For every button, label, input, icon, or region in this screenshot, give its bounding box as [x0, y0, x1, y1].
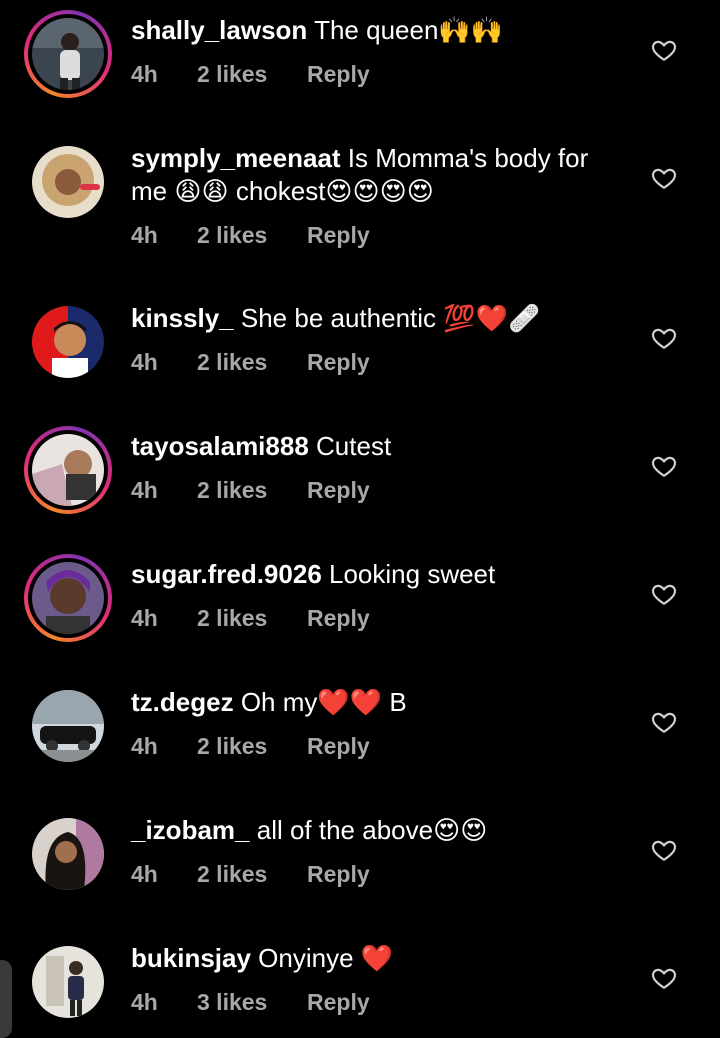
reply-button[interactable]: Reply [307, 349, 370, 376]
reply-button[interactable]: Reply [307, 222, 370, 249]
comment-body: Onyinye [258, 943, 354, 973]
comment-emoji: 🙌🙌 [438, 16, 504, 46]
comment-username[interactable]: bukinsjay [131, 943, 251, 973]
comment-meta: 4h 2 likes Reply [131, 477, 370, 504]
comment-time: 4h [131, 222, 158, 248]
avatar-photo-car-icon [32, 690, 104, 762]
comment-likes[interactable]: 2 likes [197, 605, 307, 632]
reply-button[interactable]: Reply [307, 605, 370, 632]
reply-button[interactable]: Reply [307, 61, 370, 88]
comment-time: 4h [131, 861, 158, 887]
reply-button[interactable]: Reply [307, 861, 370, 888]
comment-body-2: B [389, 687, 407, 717]
avatar-photo-woman-hair-icon [32, 818, 104, 890]
comment-body: all of the above [256, 815, 434, 845]
avatar-photo-hand-icon [32, 434, 104, 506]
comment-username[interactable]: shally_lawson [131, 15, 307, 45]
avatar[interactable] [24, 682, 112, 770]
comment-likes[interactable]: 2 likes [197, 861, 307, 888]
comment-username[interactable]: tayosalami888 [131, 431, 309, 461]
avatar-cartoon-icon [32, 306, 104, 378]
comment-username[interactable]: kinssly_ [131, 303, 234, 333]
comment-likes[interactable]: 2 likes [197, 477, 307, 504]
avatar-photo-woman-icon [32, 146, 104, 218]
comment-meta: 4h 2 likes Reply [131, 733, 370, 760]
comment-emoji: ❤️ [360, 944, 394, 974]
comment-username[interactable]: symply_meenaat [131, 143, 341, 173]
edge-swipe-handle[interactable] [0, 960, 12, 1038]
like-heart-icon[interactable] [651, 837, 677, 863]
reply-button[interactable]: Reply [307, 477, 370, 504]
like-heart-icon[interactable] [651, 709, 677, 735]
comment-time: 4h [131, 349, 158, 375]
avatar[interactable] [24, 138, 112, 226]
comment-meta: 4h 2 likes Reply [131, 349, 370, 376]
comment-emoji: 💯❤️🩹 [443, 304, 541, 334]
comment-emoji-2: 😍😍😍😍 [325, 177, 434, 207]
comment-likes[interactable]: 2 likes [197, 349, 307, 376]
avatar[interactable] [24, 938, 112, 1026]
comment-body: Cutest [316, 431, 392, 461]
comment-text: tz.degez Oh my❤️❤️ B [131, 686, 630, 720]
comment-time: 4h [131, 733, 158, 759]
reply-button[interactable]: Reply [307, 733, 370, 760]
comment-meta: 4h 2 likes Reply [131, 222, 370, 249]
comment-username[interactable]: _izobam_ [131, 815, 250, 845]
like-heart-icon[interactable] [651, 37, 677, 63]
comment-meta: 4h 2 likes Reply [131, 605, 370, 632]
comment-meta: 4h 3 likes Reply [131, 989, 370, 1016]
comment-emoji: 😩😩 [174, 177, 229, 207]
avatar-photo-woman-purple-icon [32, 562, 104, 634]
comment-body: Oh my [240, 687, 318, 717]
comment-text: tayosalami888 Cutest [131, 430, 630, 463]
comment-time: 4h [131, 61, 158, 87]
comment-likes[interactable]: 2 likes [197, 733, 307, 760]
like-heart-icon[interactable] [651, 965, 677, 991]
avatar[interactable] [24, 10, 112, 98]
reply-button[interactable]: Reply [307, 989, 370, 1016]
avatar[interactable] [24, 554, 112, 642]
comment-likes[interactable]: 2 likes [197, 61, 307, 88]
comment-likes[interactable]: 2 likes [197, 222, 307, 249]
avatar[interactable] [24, 426, 112, 514]
avatar-photo-man-icon [32, 18, 104, 90]
avatar-photo-man-standing-icon [32, 946, 104, 1018]
comment-text: _izobam_ all of the above😍😍 [131, 814, 630, 848]
comment-time: 4h [131, 477, 158, 503]
comment-username[interactable]: tz.degez [131, 687, 234, 717]
comment-text: sugar.fred.9026 Looking sweet [131, 558, 630, 591]
comment-body: The queen [314, 15, 439, 45]
comment-time: 4h [131, 989, 158, 1015]
comment-likes[interactable]: 3 likes [197, 989, 307, 1016]
comment-time: 4h [131, 605, 158, 631]
comment-body: She be authentic [240, 303, 437, 333]
comment-emoji: 😍😍 [433, 816, 488, 846]
like-heart-icon[interactable] [651, 453, 677, 479]
comment-body-2: chokest [235, 176, 326, 206]
comment-emoji: ❤️❤️ [317, 688, 383, 718]
comment-meta: 4h 2 likes Reply [131, 61, 370, 88]
comment-username[interactable]: sugar.fred.9026 [131, 559, 322, 589]
comment-text: kinssly_ She be authentic 💯❤️🩹 [131, 302, 630, 336]
like-heart-icon[interactable] [651, 325, 677, 351]
comment-meta: 4h 2 likes Reply [131, 861, 370, 888]
comment-text: symply_meenaat Is Momma's body for me 😩😩… [131, 142, 630, 209]
comment-text: bukinsjay Onyinye ❤️ [131, 942, 630, 976]
like-heart-icon[interactable] [651, 581, 677, 607]
comment-body: Looking sweet [329, 559, 496, 589]
like-heart-icon[interactable] [651, 165, 677, 191]
avatar[interactable] [24, 298, 112, 386]
avatar[interactable] [24, 810, 112, 898]
comment-text: shally_lawson The queen🙌🙌 [131, 14, 630, 48]
